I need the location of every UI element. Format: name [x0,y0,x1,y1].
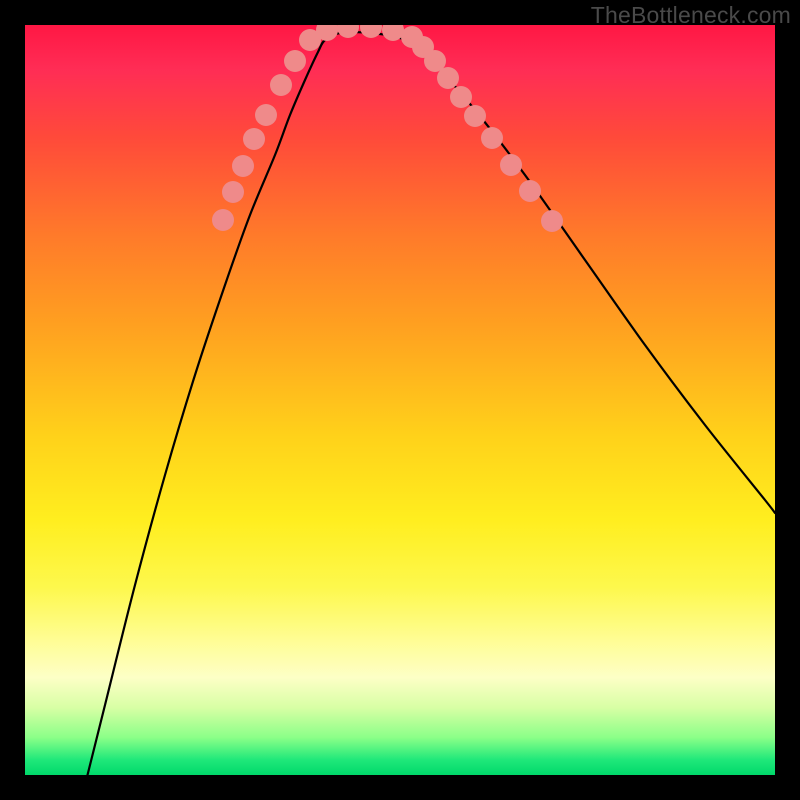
highlight-dot [270,74,292,96]
highlight-dot [232,155,254,177]
chart-frame [25,25,775,775]
highlight-dot [500,154,522,176]
highlight-dot [284,50,306,72]
highlight-marker-group [212,25,563,232]
highlight-dot [212,209,234,231]
highlight-dot [255,104,277,126]
highlight-dot [450,86,472,108]
highlight-dot [541,210,563,232]
highlight-dot [481,127,503,149]
highlight-dot [222,181,244,203]
highlight-dot [464,105,486,127]
chart-overlay [25,25,775,775]
watermark-text: TheBottleneck.com [591,2,791,29]
highlight-dot [437,67,459,89]
highlight-dot [337,25,359,38]
highlight-dot [519,180,541,202]
highlight-dot [360,25,382,38]
highlight-dot [243,128,265,150]
curve-line [85,32,775,775]
